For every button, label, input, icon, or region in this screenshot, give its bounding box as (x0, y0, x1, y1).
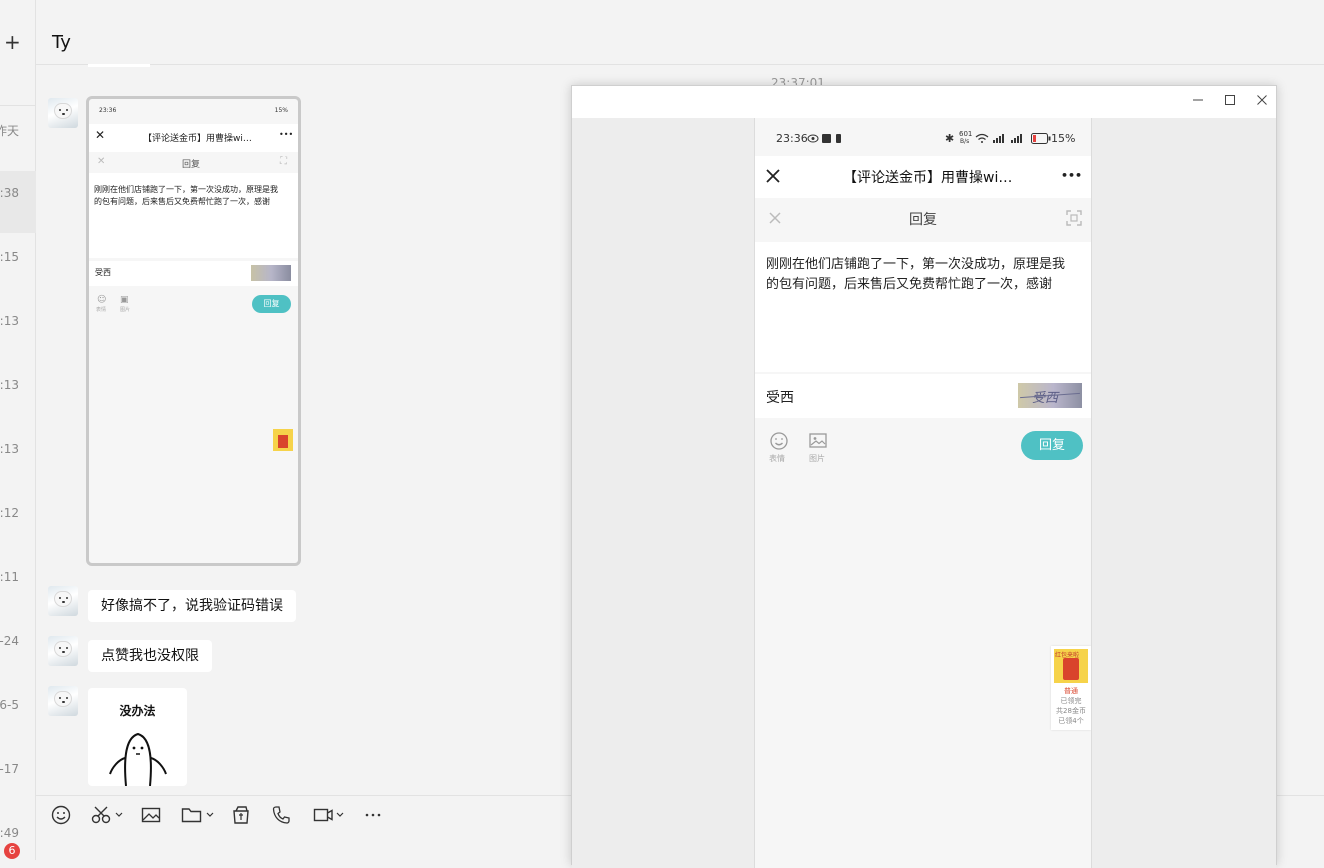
new-chat-button[interactable]: + (4, 30, 21, 54)
sticker-message[interactable]: 没办法 (88, 688, 187, 786)
chat-title: Ty (52, 32, 71, 53)
status-time: 23:36 (776, 132, 808, 145)
red-packet-line: 共28金币 (1056, 707, 1086, 715)
conversation-time[interactable]: 22:12 (0, 506, 19, 520)
sticker-figure (109, 732, 167, 786)
mini-status-time: 23:36 (99, 107, 117, 114)
mini-status-battery: 15% (274, 107, 288, 114)
emoji-icon[interactable] (769, 431, 789, 451)
text-message[interactable]: 点赞我也没权限 (88, 640, 212, 672)
captcha-label: 受西 (766, 390, 794, 406)
mini-more-icon: ••• (279, 130, 294, 139)
mini-captcha-label: 受西 (95, 268, 111, 277)
conversation-time[interactable]: 22:13 (0, 314, 19, 328)
image-message[interactable]: 23:36 15% ✕ 【评论送金币】用曹操wi… ••• ✕ 回复 ⛶ 刚刚在… (86, 96, 301, 566)
red-packet-widget[interactable]: 红包来啦 普通 已领完 共28金币 已领4个 (1051, 646, 1091, 730)
sender-avatar[interactable] (48, 636, 78, 666)
sender-avatar[interactable] (48, 98, 78, 128)
mini-reply-text-line1: 刚刚在他们店铺跑了一下，第一次没成功，原理是我 (94, 185, 278, 194)
preview-titlebar (572, 86, 1276, 118)
status-app-icons (807, 134, 841, 143)
conversation-time[interactable]: 昨天 (0, 122, 19, 139)
reply-text-line2: 的包有问题，后来售后又免费帮忙跑了一次，感谢 (766, 277, 1053, 292)
conversation-time[interactable]: 6-5 (0, 698, 19, 712)
voice-call-icon[interactable] (270, 804, 292, 826)
mini-image-label: 图片 (120, 307, 131, 313)
mini-captcha-image (251, 265, 291, 281)
sticker-caption: 没办法 (119, 704, 156, 718)
mini-nav-title: 【评论送金币】用曹操wi… (143, 134, 252, 144)
signal-wifi-icons (975, 133, 1022, 143)
video-call-icon[interactable] (312, 804, 346, 826)
mini-reply-close-icon: ✕ (97, 156, 106, 167)
bluetooth-icon: ✱ (945, 132, 955, 145)
battery-icon (1031, 133, 1051, 144)
red-packet-icon[interactable] (230, 804, 252, 826)
nav-title: 【评论送金币】用曹操wi… (843, 170, 1013, 186)
emoji-label: 表情 (769, 454, 785, 463)
image-icon[interactable] (140, 804, 162, 826)
red-packet-line: 普通 (1064, 687, 1078, 695)
fullscreen-icon[interactable] (1065, 209, 1083, 227)
status-battery: 15% (1051, 132, 1076, 145)
phone-screenshot[interactable]: 23:36 ✱ 601 B/s 15% 【评论送金币】用曹操wi… ••• 回复… (754, 118, 1092, 868)
divider (0, 105, 36, 106)
more-icon[interactable] (362, 804, 384, 826)
conversation-time[interactable]: 20:49 (0, 826, 19, 840)
image-icon[interactable] (808, 431, 828, 451)
close-icon[interactable] (765, 168, 781, 184)
reply-header-title: 回复 (909, 212, 937, 228)
text-message[interactable]: 好像搞不了，说我验证码错误 (88, 590, 296, 622)
reply-button[interactable]: 回复 (1021, 431, 1083, 460)
mini-close-icon: ✕ (95, 128, 106, 142)
captcha-image[interactable]: 受西 (1018, 383, 1082, 408)
mini-reply-title: 回复 (182, 160, 201, 170)
selected-conversation-highlight[interactable] (0, 171, 36, 233)
screenshot-scissors-icon[interactable] (90, 804, 124, 826)
conversation-time[interactable]: 23:38 (0, 186, 19, 200)
mini-redpacket-icon (273, 429, 293, 451)
maximize-icon[interactable] (1218, 90, 1242, 110)
status-speed-top: 601 (959, 130, 973, 138)
mini-image-icon: ▣ (120, 295, 129, 305)
sender-avatar[interactable] (48, 586, 78, 616)
conversation-time[interactable]: 22:13 (0, 378, 19, 392)
conversation-time[interactable]: 22:15 (0, 250, 19, 264)
minimize-icon[interactable] (1186, 90, 1210, 110)
reply-close-icon[interactable] (768, 211, 782, 225)
conversation-time[interactable]: 22:11 (0, 570, 19, 584)
mini-emoji-icon: ☺ (97, 295, 107, 305)
mini-emoji-label: 表情 (96, 307, 107, 313)
conversation-time[interactable]: 5-17 (0, 762, 19, 776)
conversation-time[interactable]: 6-24 (0, 634, 19, 648)
conversation-time[interactable]: 22:13 (0, 442, 19, 456)
status-speed-bottom: B/s (960, 138, 970, 145)
folder-icon[interactable] (180, 804, 216, 826)
more-icon[interactable]: ••• (1061, 169, 1082, 182)
preview-canvas: 23:36 ✱ 601 B/s 15% 【评论送金币】用曹操wi… ••• 回复… (572, 118, 1276, 868)
previous-message-edge (88, 64, 150, 67)
red-packet-icon: 红包来啦 (1054, 649, 1088, 683)
chat-header: Ty (36, 0, 1324, 65)
emoji-icon[interactable] (50, 804, 72, 826)
close-icon[interactable] (1250, 90, 1274, 110)
red-packet-line: 已领4个 (1058, 717, 1084, 725)
image-preview-window: 23:36 ✱ 601 B/s 15% 【评论送金币】用曹操wi… ••• 回复… (571, 85, 1277, 868)
mini-fullscreen-icon: ⛶ (280, 156, 287, 167)
reply-text-line1: 刚刚在他们店铺跑了一下，第一次没成功，原理是我 (766, 257, 1066, 272)
mini-reply-text-line2: 的包有问题，后来售后又免费帮忙跑了一次，感谢 (94, 197, 270, 206)
unread-badge: 6 (4, 843, 20, 859)
mini-reply-button: 回复 (252, 295, 291, 313)
image-label: 图片 (809, 454, 825, 463)
red-packet-line: 已领完 (1060, 697, 1082, 705)
conversation-list: + 昨天 23:38 22:15 22:13 22:13 22:13 22:12… (0, 0, 36, 860)
sender-avatar[interactable] (48, 686, 78, 716)
